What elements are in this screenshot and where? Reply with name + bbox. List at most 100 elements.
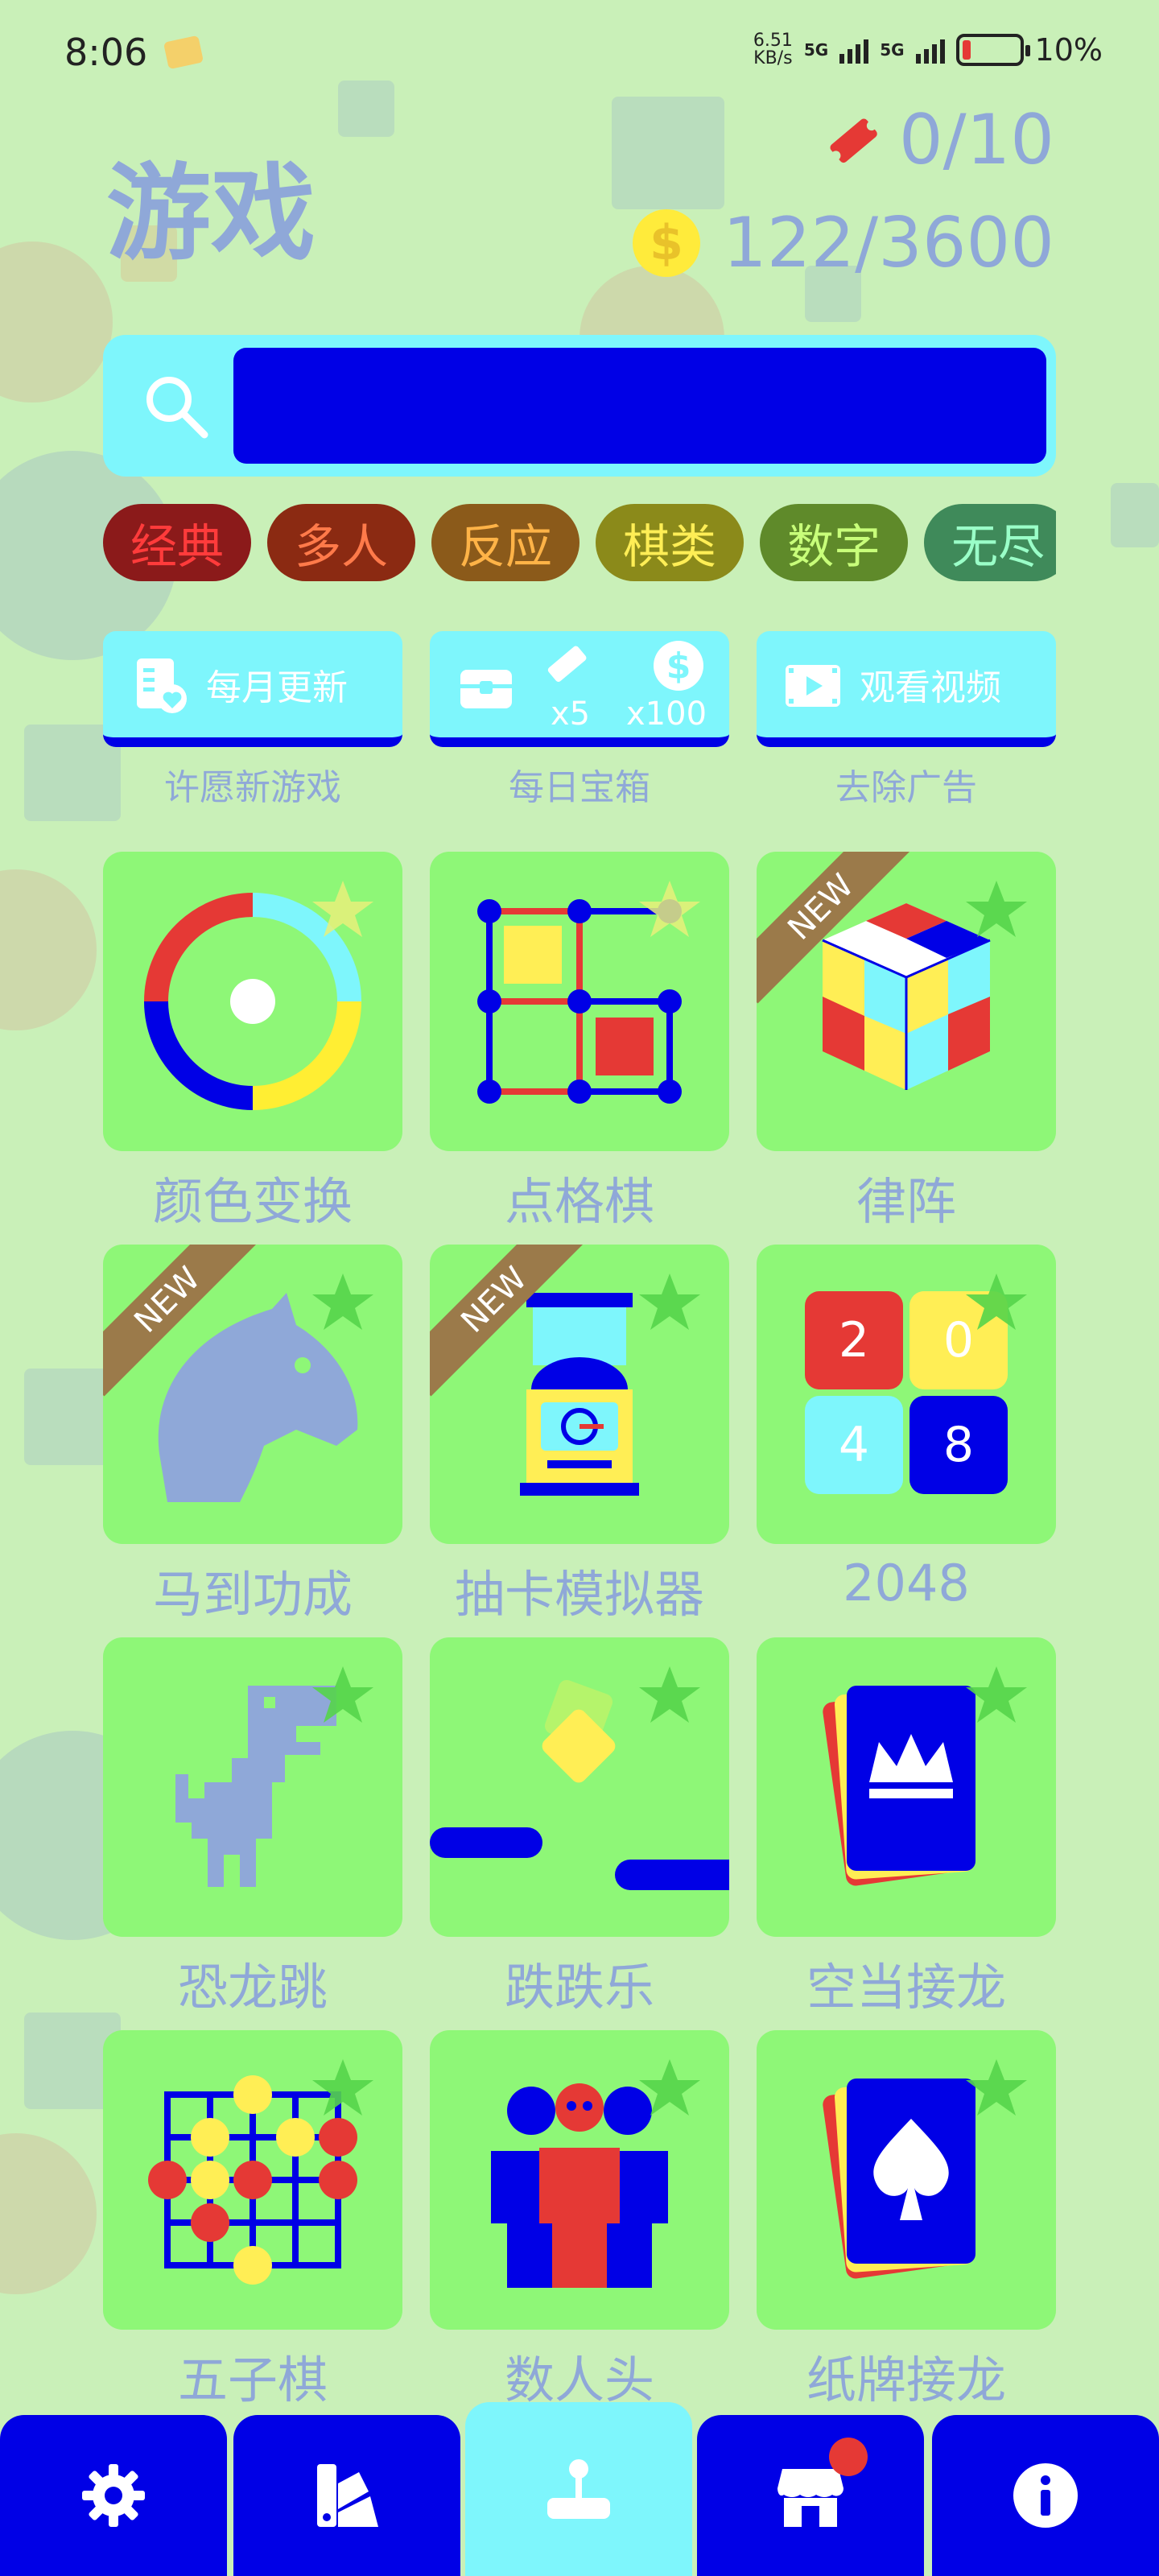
game-name: 点格棋	[504, 1172, 654, 1231]
tile-8: 8	[909, 1396, 1008, 1494]
watch-video-button[interactable]: 观看视频	[757, 631, 1056, 747]
category-chip[interactable]: 无尽	[924, 504, 1056, 581]
notification-icon	[163, 35, 204, 70]
game-tile[interactable]: NEW	[430, 1245, 729, 1544]
favorite-star-icon[interactable]	[311, 877, 375, 942]
game-tile[interactable]	[430, 1637, 729, 1937]
nav-info[interactable]	[932, 2415, 1159, 2576]
game-card[interactable]: 五子棋	[103, 2030, 402, 2423]
game-tile[interactable]: 2 0 4 8	[757, 1245, 1056, 1544]
game-card[interactable]: 纸牌接龙	[757, 2030, 1056, 2423]
game-name: 跌跌乐	[504, 1958, 654, 2017]
game-name: 空当接龙	[806, 1958, 1006, 2017]
game-card[interactable]: 数人头	[430, 2030, 729, 2423]
game-card[interactable]: 颜色变换	[103, 852, 402, 1245]
favorite-star-icon[interactable]	[637, 1663, 702, 1728]
nav-settings[interactable]	[0, 2415, 227, 2576]
game-card[interactable]: 空当接龙	[757, 1637, 1056, 2030]
chest-tickets-amount: x5	[551, 696, 591, 733]
game-card[interactable]: NEW 抽卡模拟器	[430, 1245, 729, 1637]
category-chip[interactable]: 多人	[267, 504, 416, 581]
game-tile[interactable]	[103, 2030, 402, 2330]
game-name: 律阵	[856, 1172, 956, 1231]
coins-value: 122/3600	[723, 203, 1054, 283]
favorite-star-icon[interactable]	[964, 877, 1029, 942]
status-bar: 8:06 6.51 KB/s 5G 5G 10%	[0, 0, 1159, 105]
favorite-star-icon[interactable]	[964, 2056, 1029, 2120]
game-name: 五子棋	[177, 2351, 328, 2409]
remove-ads-action: 观看视频 去除广告	[757, 631, 1056, 810]
category-chip[interactable]: 反应	[431, 504, 580, 581]
game-tile[interactable]	[757, 2030, 1056, 2330]
coin-icon: $	[633, 209, 700, 277]
favorite-star-icon[interactable]	[964, 1663, 1029, 1728]
search-bar	[103, 335, 1056, 477]
wish-action: 每月更新 许愿新游戏	[103, 631, 402, 810]
game-card[interactable]: 恐龙跳	[103, 1637, 402, 2030]
game-tile[interactable]	[757, 1637, 1056, 1937]
bottom-nav	[0, 2402, 1159, 2576]
ticket-icon	[830, 118, 877, 163]
favorite-star-icon[interactable]	[637, 2056, 702, 2120]
page-title: 游戏	[106, 152, 316, 275]
status-time: 8:06	[64, 31, 148, 74]
search-input[interactable]	[233, 348, 1046, 464]
game-tile[interactable]	[103, 852, 402, 1151]
network-speed: 6.51 KB/s	[753, 31, 793, 68]
joystick-icon	[547, 2459, 610, 2519]
info-icon	[1013, 2463, 1078, 2528]
coin-small-icon: $	[654, 641, 703, 691]
tile-2: 2	[805, 1291, 903, 1389]
nav-games[interactable]	[465, 2402, 692, 2576]
game-name: 恐龙跳	[177, 1958, 328, 2017]
tickets-counter: 0/10	[825, 100, 1054, 180]
chest-coins-amount: x100	[626, 696, 707, 733]
nav-store[interactable]	[697, 2415, 924, 2576]
video-icon	[786, 665, 840, 707]
daily-chest-button[interactable]: $ x5 x100	[430, 631, 729, 747]
ticket-small-icon	[547, 646, 587, 682]
signal-bars-icon	[839, 36, 869, 64]
nav-themes[interactable]	[233, 2415, 460, 2576]
gear-icon	[82, 2464, 145, 2527]
favorite-star-icon[interactable]	[964, 1270, 1029, 1335]
game-card[interactable]: 2 0 4 8 2048	[757, 1245, 1056, 1637]
favorite-star-icon[interactable]	[311, 1270, 375, 1335]
treasure-chest-icon	[460, 670, 512, 708]
game-card[interactable]: NEW 马到功成	[103, 1245, 402, 1637]
network-type-1: 5G	[803, 40, 829, 60]
games-grid: 颜色变换 点格棋 NEW 律阵 NEW 马到功成 NEW 抽卡模拟器 2 0 4…	[103, 852, 1056, 2423]
category-chips: 经典 多人 反应 棋类 数字 无尽	[103, 504, 1056, 581]
game-name: 颜色变换	[152, 1172, 353, 1231]
battery-percent: 10%	[1034, 32, 1103, 68]
game-tile[interactable]	[430, 2030, 729, 2330]
game-name: 数人头	[504, 2351, 654, 2409]
favorite-star-icon[interactable]	[311, 1663, 375, 1728]
game-card[interactable]: 跌跌乐	[430, 1637, 729, 2030]
game-tile[interactable]: NEW	[757, 852, 1056, 1151]
notification-badge	[829, 2438, 868, 2476]
game-card[interactable]: 点格棋	[430, 852, 729, 1245]
status-indicators: 6.51 KB/s 5G 5G 10%	[753, 32, 1103, 68]
daily-chest-caption: 每日宝箱	[509, 767, 650, 808]
battery-icon	[955, 34, 1030, 66]
category-chip[interactable]: 经典	[103, 504, 252, 581]
game-tile[interactable]	[430, 852, 729, 1151]
daily-chest-action: $ x5 x100 每日宝箱	[430, 631, 729, 810]
remove-ads-caption: 去除广告	[835, 767, 977, 808]
wish-caption: 许愿新游戏	[164, 767, 341, 808]
game-name: 抽卡模拟器	[454, 1565, 704, 1624]
game-card[interactable]: NEW 律阵	[757, 852, 1056, 1245]
category-chip[interactable]: 棋类	[596, 504, 744, 581]
monthly-update-button[interactable]: 每月更新	[103, 631, 402, 747]
favorite-star-icon[interactable]	[637, 1270, 702, 1335]
game-tile[interactable]	[103, 1637, 402, 1937]
action-row: 每月更新 许愿新游戏 $ x5 x100 每日宝箱 观看视频 去除广告	[103, 631, 1056, 810]
search-icon[interactable]	[140, 370, 212, 443]
favorite-star-icon[interactable]	[637, 877, 702, 942]
category-chip[interactable]: 数字	[760, 504, 909, 581]
game-tile[interactable]: NEW	[103, 1245, 402, 1544]
favorite-star-icon[interactable]	[311, 2056, 375, 2120]
game-name: 2048	[843, 1554, 970, 1612]
color-palette-icon	[317, 2464, 378, 2527]
